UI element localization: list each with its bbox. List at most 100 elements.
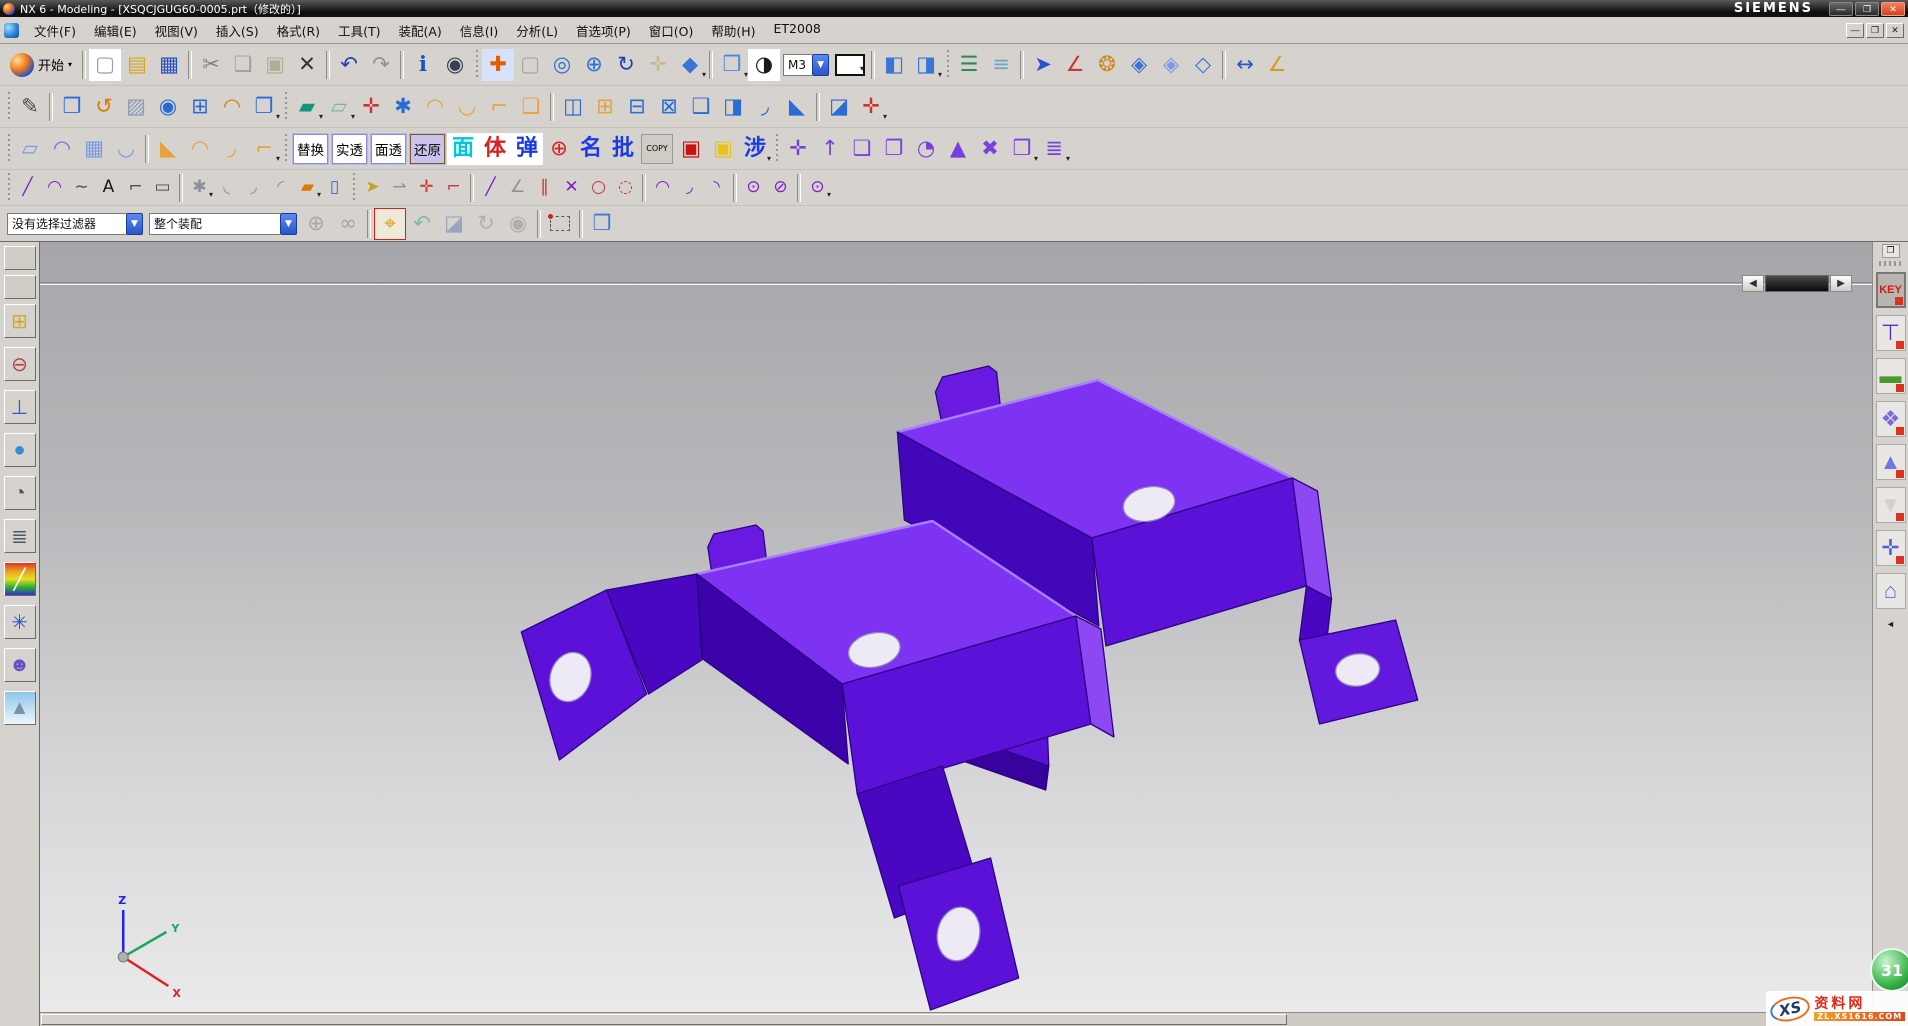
scrollbar-track[interactable]: [40, 282, 1872, 285]
menu-insert[interactable]: 插入(S): [207, 18, 268, 43]
menu-analysis[interactable]: 分析(L): [507, 18, 567, 43]
feature-list[interactable]: ≣▾: [1038, 133, 1070, 165]
pan-view[interactable]: ✛: [642, 49, 674, 81]
model-view[interactable]: Z Y X: [40, 242, 1872, 1026]
child-close-button[interactable]: ✕: [1886, 23, 1904, 38]
find-component[interactable]: ◉: [502, 208, 534, 240]
joggle-surface[interactable]: ◞: [216, 133, 248, 165]
chamfer-curve[interactable]: ◝: [703, 174, 730, 201]
datum-csys[interactable]: ✛: [355, 91, 387, 123]
paste-face[interactable]: ❐: [878, 133, 910, 165]
roles[interactable]: ☻: [4, 648, 36, 682]
trim-body[interactable]: ◪: [823, 91, 855, 123]
menu-format[interactable]: 格式(R): [268, 18, 329, 43]
unite[interactable]: ⊞: [589, 91, 621, 123]
rotate-point[interactable]: ↻: [470, 208, 502, 240]
line-tangent-circle[interactable]: ○: [585, 174, 612, 201]
parallel-lines[interactable]: ∥: [531, 174, 558, 201]
orient-csys[interactable]: ∠: [1059, 49, 1091, 81]
clip-work-section[interactable]: ◨▾: [910, 49, 942, 81]
line-point-point[interactable]: ╱: [477, 174, 504, 201]
menu-window[interactable]: 窗口(O): [640, 18, 703, 43]
ruled-surface[interactable]: ▱: [14, 133, 46, 165]
revolve[interactable]: ↺: [88, 91, 120, 123]
menu-view[interactable]: 视图(V): [146, 18, 207, 43]
bridge-curve[interactable]: ⇀: [386, 174, 413, 201]
circle-center-point[interactable]: ⊙: [740, 174, 767, 201]
center-target[interactable]: ⊕: [543, 133, 575, 165]
emboss[interactable]: ◠: [216, 91, 248, 123]
hole[interactable]: ◉: [152, 91, 184, 123]
view-layout-combo[interactable]: M3▼: [783, 53, 829, 77]
chevron-down-icon[interactable]: ▼: [280, 213, 297, 235]
reuse-mount[interactable]: ⌂: [1876, 573, 1906, 609]
constraint-navigator[interactable]: ⊖: [4, 347, 36, 381]
sheet-metal-flange[interactable]: ⌐▾: [248, 133, 280, 165]
visual-effects[interactable]: ✳: [4, 605, 36, 639]
edit-curve-parameters[interactable]: ◜: [267, 174, 294, 201]
point[interactable]: ✱: [387, 91, 419, 123]
perspective-view[interactable]: ◆▾: [674, 49, 706, 81]
shell[interactable]: ◨: [717, 91, 749, 123]
assembly-navigator[interactable]: ⊞: [4, 304, 36, 338]
rectangle-select[interactable]: [544, 208, 576, 240]
chevron-down-icon[interactable]: ▼: [126, 213, 143, 235]
reuse-tri-plate[interactable]: ▲: [1876, 444, 1906, 480]
viewport-horizontal-scrollbar[interactable]: ◀ ▶: [40, 275, 1872, 292]
trim-corner[interactable]: ⌐: [440, 174, 467, 201]
menu-information[interactable]: 信息(I): [451, 18, 507, 43]
through-curves[interactable]: ◠: [46, 133, 78, 165]
bend-surface[interactable]: ◠: [184, 133, 216, 165]
sheet-bracket[interactable]: ❏: [515, 91, 547, 123]
measure-angle[interactable]: ∠: [1261, 49, 1293, 81]
copy-display[interactable]: COPY: [641, 134, 673, 164]
arc-three-point[interactable]: ◠: [649, 174, 676, 201]
plane[interactable]: ▱▾: [323, 91, 355, 123]
scroll-right-button[interactable]: ▶: [1830, 275, 1852, 292]
text-curve[interactable]: A: [95, 174, 122, 201]
sketch[interactable]: ✎: [14, 91, 46, 123]
datum-plane[interactable]: ▰▾: [291, 91, 323, 123]
new-file[interactable]: ▢: [89, 49, 121, 81]
start-menu-button[interactable]: 开始▾: [3, 48, 79, 82]
graphics-viewport[interactable]: ◀ ▶: [40, 242, 1872, 1026]
child-minimize-button[interactable]: —: [1846, 23, 1864, 38]
menu-et2008[interactable]: ET2008: [765, 18, 830, 43]
immediate-hide[interactable]: ◈: [1155, 49, 1187, 81]
move-face[interactable]: ✛: [782, 133, 814, 165]
reuse-t-bolt[interactable]: ⊤: [1876, 315, 1906, 351]
offset-region[interactable]: ◔: [910, 133, 942, 165]
resize-blend[interactable]: ▲: [942, 133, 974, 165]
information[interactable]: ℹ: [407, 49, 439, 81]
extrude[interactable]: ❒: [56, 91, 88, 123]
circle-radius[interactable]: ⊙▾: [804, 174, 831, 201]
menu-help[interactable]: 帮助(H): [702, 18, 764, 43]
delete[interactable]: ✕: [291, 49, 323, 81]
key-curve[interactable]: ➤: [359, 174, 386, 201]
intersection-point[interactable]: ✛: [413, 174, 440, 201]
body-display[interactable]: 体: [479, 133, 511, 165]
interpart-link[interactable]: ∞: [332, 208, 364, 240]
wcs-dynamics[interactable]: ✛▾: [855, 91, 887, 123]
arc[interactable]: ◠: [41, 174, 68, 201]
reuse-bracket[interactable]: ❖: [1876, 401, 1906, 437]
swept[interactable]: ◠: [419, 91, 451, 123]
copy-feature[interactable]: ❒▾: [1006, 133, 1038, 165]
project-curve[interactable]: ▯: [321, 174, 348, 201]
fillet-curve[interactable]: ◞: [676, 174, 703, 201]
divide-curve[interactable]: ◞: [240, 174, 267, 201]
shaded-display[interactable]: ❒▾: [716, 49, 748, 81]
undo-selection[interactable]: ↶: [406, 208, 438, 240]
cross-lines[interactable]: ✕: [558, 174, 585, 201]
restore-panel-icon[interactable]: ❐: [1882, 244, 1900, 258]
open-file[interactable]: ▤: [121, 49, 153, 81]
fit-view[interactable]: ✚: [482, 49, 514, 81]
render-style[interactable]: ◑: [748, 49, 780, 81]
studio-spline[interactable]: ✱▾: [186, 174, 213, 201]
find[interactable]: ◉: [439, 49, 471, 81]
pull-face[interactable]: ↑: [814, 133, 846, 165]
redo[interactable]: ↷: [365, 49, 397, 81]
delete-face[interactable]: ✖: [974, 133, 1006, 165]
line-axes[interactable]: ∠: [504, 174, 531, 201]
scroll-left-button[interactable]: ◀: [1742, 275, 1764, 292]
